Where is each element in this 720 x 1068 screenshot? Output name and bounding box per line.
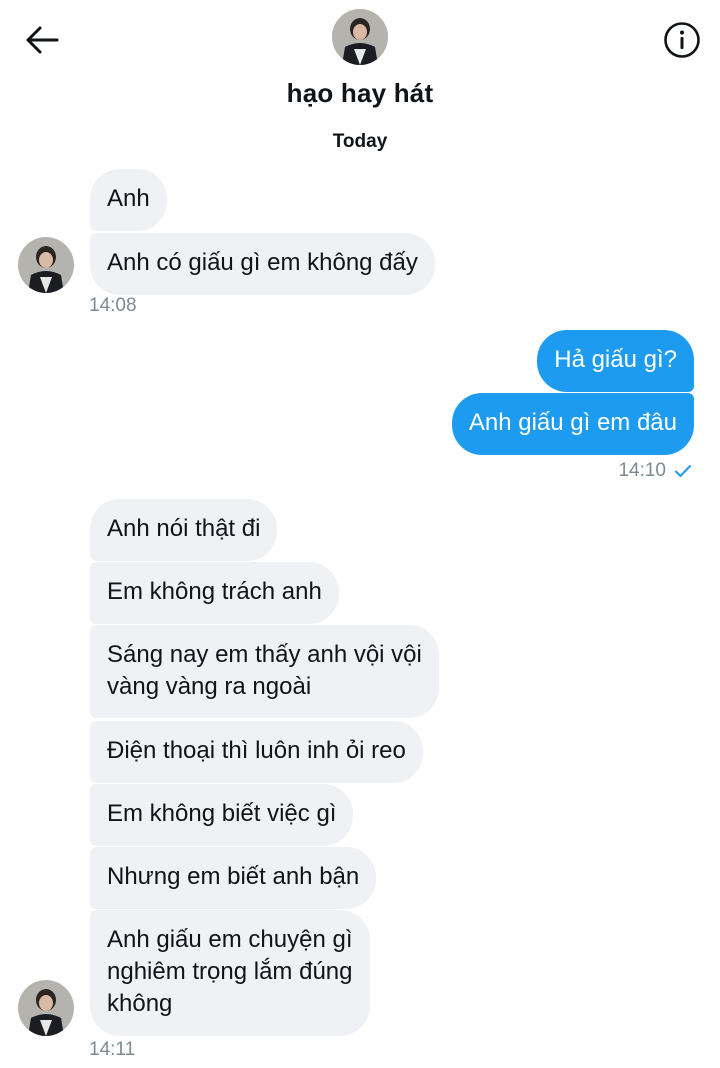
outgoing-message[interactable]: Hả giấu gì? <box>537 330 694 392</box>
dm-conversation-screen: hạo hay hát Today Anh Anh có giấu gì em … <box>0 0 720 1068</box>
incoming-message[interactable]: Điện thoại thì luôn inh ỏi reo <box>90 721 423 783</box>
sender-avatar[interactable] <box>18 980 74 1036</box>
message-timestamp: 14:11 <box>89 1039 136 1060</box>
outgoing-message[interactable]: Anh giấu gì em đâu <box>451 393 694 455</box>
check-icon <box>674 464 692 478</box>
incoming-message[interactable]: Anh có giấu gì em không đấy <box>90 233 435 295</box>
message-timestamp: 14:08 <box>89 295 137 316</box>
message-timestamp: 14:10 <box>618 460 666 481</box>
incoming-message[interactable]: Sáng nay em thấy anh vội vội vàng vàng r… <box>90 625 439 718</box>
incoming-message[interactable]: Anh <box>90 169 167 231</box>
incoming-message[interactable]: Anh nói thật đi <box>90 499 278 561</box>
incoming-message[interactable]: Em không trách anh <box>90 562 339 624</box>
day-separator: Today <box>332 131 388 152</box>
incoming-message[interactable]: Nhưng em biết anh bận <box>90 847 377 909</box>
sender-avatar[interactable] <box>18 237 74 293</box>
message-status: 14:10 <box>618 460 692 482</box>
back-button[interactable] <box>20 20 64 60</box>
info-button[interactable] <box>662 20 702 60</box>
contact-avatar[interactable] <box>332 9 388 65</box>
info-circle-icon <box>663 21 701 59</box>
incoming-message[interactable]: Em không biết việc gì <box>90 784 354 846</box>
contact-name[interactable]: hạo hay hát <box>0 78 720 109</box>
arrow-left-icon <box>24 24 60 56</box>
incoming-message[interactable]: Anh giấu em chuyện gì nghiêm trọng lắm đ… <box>90 910 370 1036</box>
